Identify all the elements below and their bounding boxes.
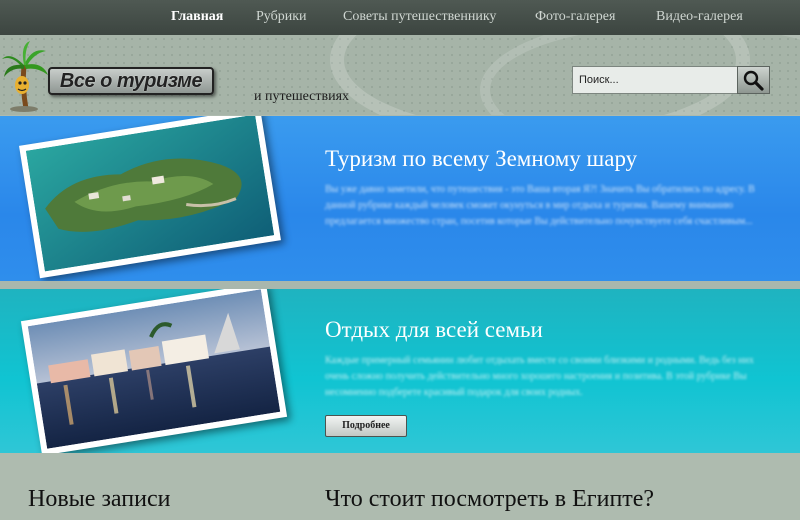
site-logo-text[interactable]: Все о туризме	[48, 67, 214, 95]
top-navigation: Главная Рубрики Советы путешественнику Ф…	[0, 0, 800, 35]
banner-text-tourism: Вы уже давно заметили, что путешествия -…	[325, 184, 755, 227]
nav-item-home[interactable]: Главная	[171, 9, 223, 25]
search-button[interactable]	[737, 66, 770, 94]
banner-family: Отдых для всей семьи Каждые примерный се…	[0, 289, 800, 453]
palm-tree-logo-icon[interactable]	[2, 41, 50, 113]
magnifier-icon	[743, 70, 764, 91]
banner-title-tourism[interactable]: Туризм по всему Земному шару	[325, 146, 637, 172]
nav-item-photo-gallery[interactable]: Фото-галерея	[535, 9, 615, 25]
banner-title-family[interactable]: Отдых для всей семьи	[325, 317, 543, 343]
nav-item-travel-tips[interactable]: Советы путешественнику	[343, 9, 496, 25]
search-input[interactable]: Поиск...	[572, 66, 738, 94]
banner-photo-harbor	[20, 289, 288, 453]
section-title-egypt[interactable]: Что стоит посмотреть в Египте?	[325, 486, 654, 513]
nav-item-video-gallery[interactable]: Видео-галерея	[656, 9, 743, 25]
banner-text-family: Каждые примерный семьянин любит отдыхать…	[325, 355, 754, 398]
nav-item-rubrics[interactable]: Рубрики	[256, 9, 307, 25]
harbor-evening-image	[27, 289, 281, 449]
more-details-button[interactable]: Подробнее	[325, 415, 407, 437]
banner-photo-island	[19, 116, 281, 279]
section-title-new-posts: Новые записи	[28, 486, 171, 512]
banner-separator	[0, 281, 800, 289]
island-aerial-image	[25, 116, 275, 272]
site-tagline: и путешествиях	[254, 89, 350, 104]
banner-tourism: Туризм по всему Земному шару Вы уже давн…	[0, 116, 800, 281]
content-area: Новые записи Что стоит посмотреть в Егип…	[0, 453, 800, 520]
